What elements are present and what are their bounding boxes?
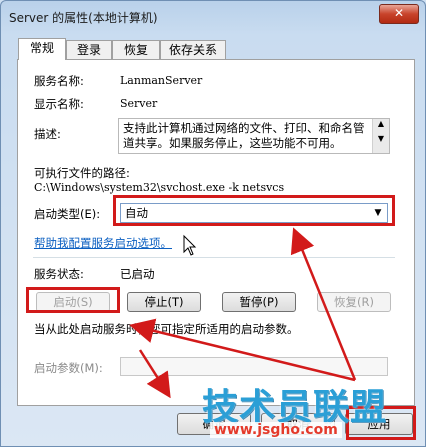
watermark-url: www.jsgho.com <box>210 422 342 438</box>
arrow-to-hint <box>129 318 356 382</box>
tab-general[interactable]: 常规 <box>18 38 66 60</box>
arrow-to-startup-type <box>290 227 357 381</box>
watermark: 技术员联盟 www.jsgho.com <box>200 378 420 444</box>
mouse-cursor-icon <box>183 234 197 256</box>
arrow-to-ok <box>138 349 171 399</box>
